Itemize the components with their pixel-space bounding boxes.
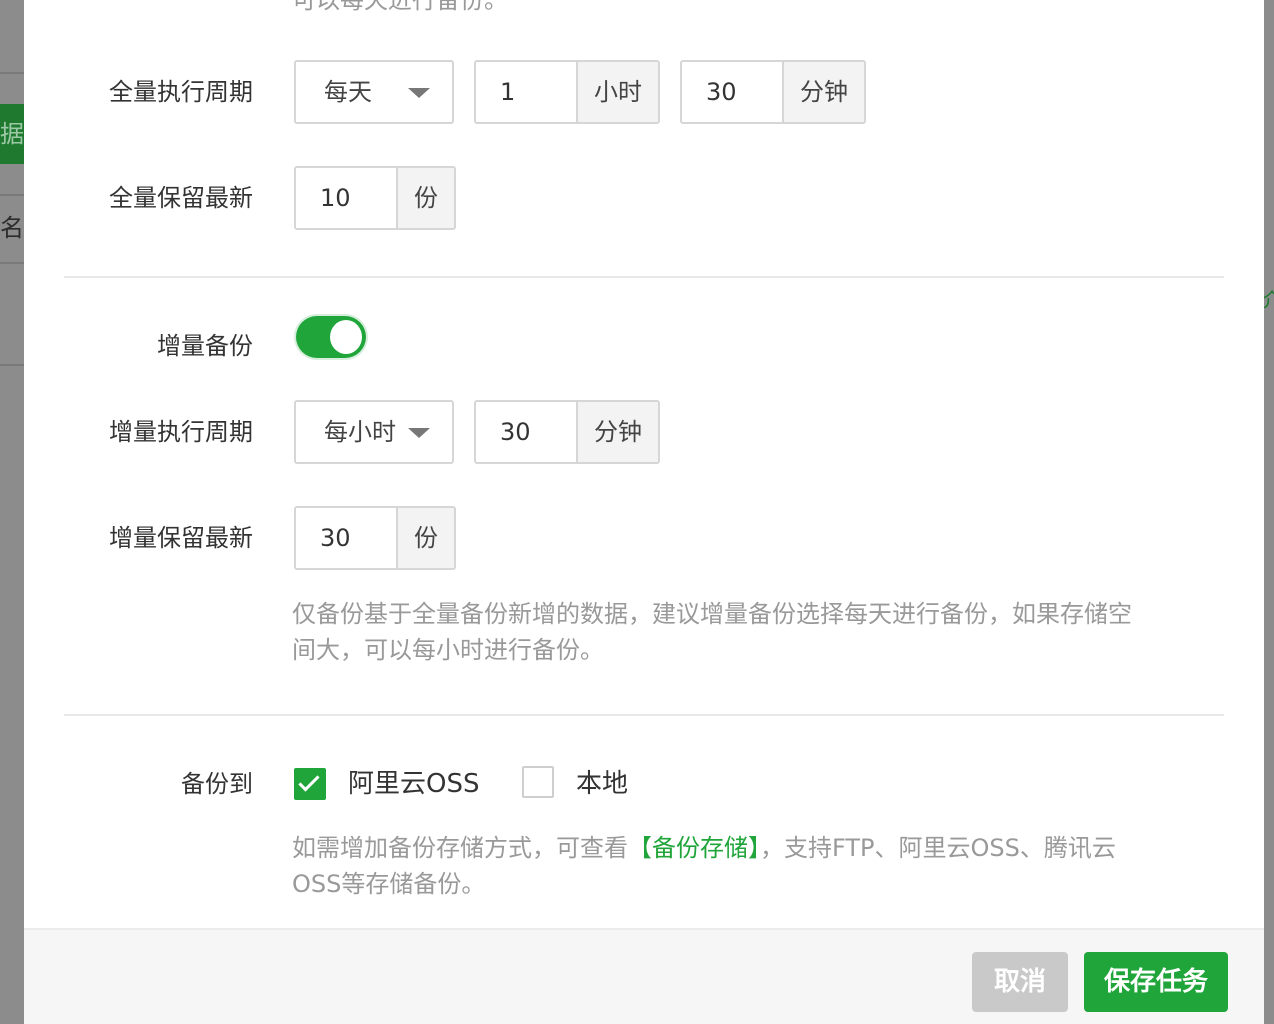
inc-minute-input[interactable] — [476, 402, 576, 462]
inc-help-text: 仅备份基于全量备份新增的数据，建议增量备份选择每天进行备份，如果存储空 间大，可… — [292, 596, 1162, 668]
full-period-select[interactable]: 每天 — [294, 60, 454, 124]
backup-to-help-text: 如需增加备份存储方式，可查看【备份存储】，支持FTP、阿里云OSS、腾讯云 OS… — [292, 830, 1162, 902]
oss-checkbox[interactable] — [294, 768, 326, 800]
inc-minute-group: 分钟 — [474, 400, 660, 464]
full-keep-group: 份 — [294, 166, 456, 230]
section-divider — [64, 276, 1224, 278]
backup-to-help-line1: 如需增加备份存储方式，可查看【备份存储】，支持FTP、阿里云OSS、腾讯云 — [292, 830, 1162, 866]
backup-task-dialog: 可以每天进行备份。 全量执行周期 每天 小时 分钟 全量保留最新 份 增量备份 … — [24, 0, 1264, 1024]
inc-period-select-value: 每小时 — [324, 418, 396, 446]
backup-to-label: 备份到 — [181, 770, 253, 798]
toggle-knob — [330, 320, 362, 354]
help-text-before: 如需增加备份存储方式，可查看 — [292, 834, 628, 862]
dialog-footer: 取消 保存任务 — [24, 928, 1264, 1024]
oss-checkbox-label[interactable]: 阿里云OSS — [348, 768, 479, 800]
full-keep-label: 全量保留最新 — [109, 184, 253, 212]
full-minute-input[interactable] — [682, 62, 782, 122]
cancel-button[interactable]: 取消 — [972, 952, 1068, 1012]
copies-unit: 份 — [396, 508, 454, 568]
inc-help-line1: 仅备份基于全量备份新增的数据，建议增量备份选择每天进行备份，如果存储空 — [292, 600, 1132, 628]
chevron-down-icon — [408, 428, 430, 438]
inc-keep-label: 增量保留最新 — [109, 524, 253, 552]
full-keep-input[interactable] — [296, 168, 396, 228]
full-hour-group: 小时 — [474, 60, 660, 124]
help-text-after: ，支持FTP、阿里云OSS、腾讯云 — [760, 834, 1116, 862]
inc-keep-group: 份 — [294, 506, 456, 570]
top-help-text: 可以每天进行备份。 — [292, 0, 508, 14]
chevron-down-icon — [408, 88, 430, 98]
inc-keep-input[interactable] — [296, 508, 396, 568]
full-cycle-label: 全量执行周期 — [109, 78, 253, 106]
save-task-button[interactable]: 保存任务 — [1084, 952, 1228, 1012]
full-period-select-value: 每天 — [324, 78, 372, 106]
incremental-toggle[interactable] — [296, 316, 366, 358]
incremental-label: 增量备份 — [157, 332, 253, 360]
inc-period-select[interactable]: 每小时 — [294, 400, 454, 464]
section-divider — [64, 714, 1224, 716]
local-checkbox[interactable] — [522, 766, 554, 798]
local-checkbox-label[interactable]: 本地 — [576, 768, 628, 800]
backup-storage-link[interactable]: 【备份存储】 — [628, 834, 760, 862]
minute-unit: 分钟 — [782, 62, 864, 122]
minute-unit: 分钟 — [576, 402, 658, 462]
backup-to-help-line2: OSS等存储备份。 — [292, 870, 486, 898]
hour-unit: 小时 — [576, 62, 658, 122]
full-hour-input[interactable] — [476, 62, 576, 122]
inc-cycle-label: 增量执行周期 — [109, 418, 253, 446]
check-icon — [298, 770, 320, 792]
copies-unit: 份 — [396, 168, 454, 228]
inc-help-line2: 间大，可以每小时进行备份。 — [292, 636, 604, 664]
full-minute-group: 分钟 — [680, 60, 866, 124]
